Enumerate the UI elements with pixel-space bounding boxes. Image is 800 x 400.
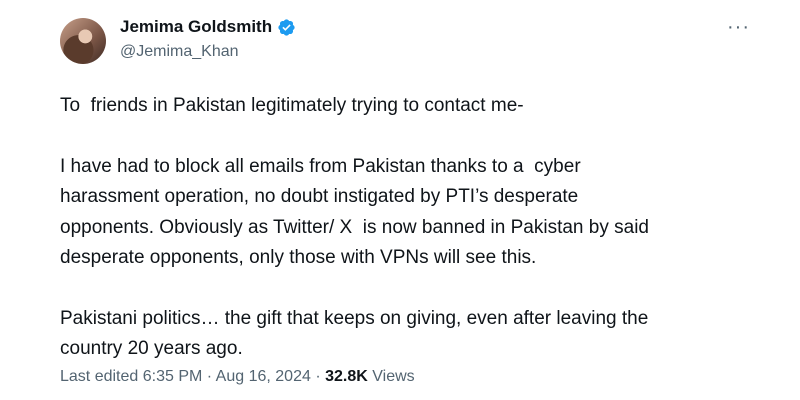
tweet-time[interactable]: 6:35 PM: [143, 368, 203, 385]
views-count: 32.8K: [325, 368, 368, 385]
meta-separator: ·: [315, 368, 321, 385]
meta-separator: ·: [206, 368, 213, 385]
tweet-meta: Last edited 6:35 PM · Aug 16, 2024 · 32.…: [60, 368, 415, 386]
views-label: Views: [372, 368, 415, 385]
tweet-paragraph: I have had to block all emails from Paki…: [60, 155, 649, 269]
edited-label[interactable]: Last edited: [60, 368, 138, 385]
author-handle[interactable]: @Jemima_Khan: [120, 43, 239, 61]
author-name-row: Jemima Goldsmith: [120, 17, 296, 37]
author-display-name[interactable]: Jemima Goldsmith: [120, 17, 272, 37]
tweet-date[interactable]: Aug 16, 2024: [216, 368, 311, 385]
verified-badge-icon: [277, 18, 296, 37]
tweet-paragraph: To friends in Pakistan legitimately tryi…: [60, 95, 524, 116]
more-options-icon[interactable]: ···: [727, 16, 750, 39]
avatar[interactable]: [60, 18, 106, 64]
tweet-paragraph: Pakistani politics… the gift that keeps …: [60, 307, 649, 360]
tweet-text: To friends in Pakistan legitimately tryi…: [60, 91, 760, 365]
